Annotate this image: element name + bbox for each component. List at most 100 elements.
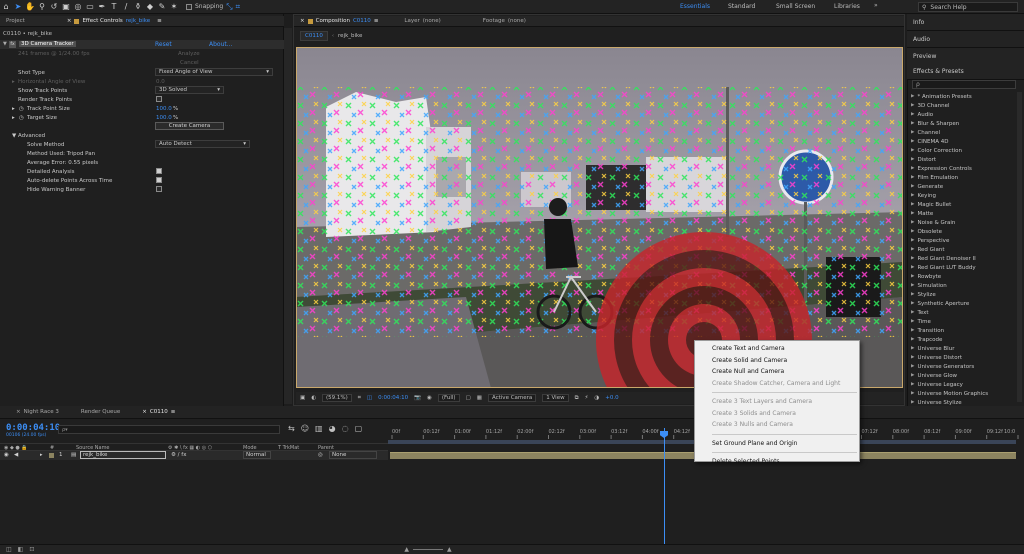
fx-badge-icon[interactable]: fx [9,41,16,48]
motion-blur-icon[interactable]: ◕ [329,424,336,433]
breadcrumb-comp[interactable]: C0110 [300,31,328,41]
cancel-button[interactable]: Cancel [180,60,199,66]
toggle-modes-icon[interactable]: ◧ [18,546,24,553]
effects-category-item[interactable]: ▶ 3D Channel [908,101,1018,110]
tab-composition[interactable]: × Composition C0110 ≡ [294,16,384,27]
effects-category-item[interactable]: ▶ Matte [908,209,1018,218]
about-link[interactable]: About... [209,41,232,48]
effects-category-item[interactable]: ▶ Blur & Sharpen [908,119,1018,128]
collapse-triangle-icon[interactable]: ▼ [12,133,16,139]
clone-stamp-tool-icon[interactable]: ⚱ [132,1,144,13]
fast-previews-icon[interactable]: ⚡ [585,395,589,401]
tab-layer[interactable]: Layer (none) [398,16,446,27]
camera-tool-icon[interactable]: ▣ [60,1,72,13]
expand-triangle-icon[interactable]: ▸ [12,115,15,121]
puppet-tool-icon[interactable]: ✶ [168,1,180,13]
current-time-display[interactable]: 0:00:04:10 [6,423,60,433]
analyze-button[interactable]: Analyze [178,51,200,57]
effects-category-item[interactable]: ▶ Red Giant Denoiser II [908,254,1018,263]
target-size-value[interactable]: 100.0 [156,115,172,121]
expand-triangle-icon[interactable]: ▸ [12,106,15,112]
hand-tool-icon[interactable]: ✋ [24,1,36,13]
panel-menu-icon[interactable]: ≡ [171,409,176,415]
timeline-search-input[interactable]: ρ▾ [58,425,280,434]
effects-category-item[interactable]: ▶ Simulation [908,281,1018,290]
context-menu-item[interactable]: Delete Selected Points [695,456,859,468]
effect-name[interactable]: 3D Camera Tracker [19,41,76,47]
close-icon[interactable]: × [142,409,147,415]
effects-category-item[interactable]: ▶ Transition [908,326,1018,335]
effects-scrollbar[interactable] [1017,92,1022,402]
transparency-grid-icon[interactable]: ▦ [477,395,482,401]
views-dropdown[interactable]: 1 View [542,394,569,402]
effects-category-item[interactable]: ▶ Distort [908,155,1018,164]
snapping-toggle[interactable]: Snapping ⤡ ⌗ [186,2,240,12]
comp-flowchart-icon[interactable]: ⇆ [288,424,295,433]
effects-category-item[interactable]: ▶ Audio [908,110,1018,119]
toggle-in-out-icon[interactable]: ⊡ [29,546,34,553]
effects-category-item[interactable]: ▶ Universe Blur [908,344,1018,353]
search-help-input[interactable]: ⚲ Search Help [918,2,1018,12]
workspace-standard[interactable]: Standard [728,2,776,11]
effects-category-item[interactable]: ▶ Magic Bullet [908,200,1018,209]
reset-link[interactable]: Reset [155,41,172,48]
video-eye-icon[interactable]: ◉ [4,452,9,458]
layer-row[interactable]: ◉ ◀ ▸ 1 ▤ rejk_bike ⚙ / fx Normal ◎ None [0,451,388,460]
context-menu-item[interactable]: Create Null and Camera [695,366,859,378]
effects-category-item[interactable]: ▶ Stylize [908,290,1018,299]
effects-category-item[interactable]: ▶ Universe Legacy [908,380,1018,389]
toggle-switches-icon[interactable]: ◫ [6,546,12,553]
effects-category-item[interactable]: ▶ Text [908,308,1018,317]
effects-category-item[interactable]: ▶ Time [908,317,1018,326]
frame-blending-icon[interactable]: ▥ [315,424,323,433]
resolution-dropdown[interactable]: (Full) [437,394,460,402]
tab-footage[interactable]: Footage (none) [477,16,532,27]
snapshot-icon[interactable]: 📷 [414,395,421,401]
stopwatch-icon[interactable]: ◷ [19,115,24,121]
home-icon[interactable]: ⌂ [0,1,12,13]
selection-tool-icon[interactable]: ➤ [12,1,24,13]
auto-delete-checkbox[interactable] [156,177,162,183]
effects-category-item[interactable]: ▶ Red Giant LUT Buddy [908,263,1018,272]
timecode-display[interactable]: 0:00:04:10 [378,395,408,401]
hide-warning-checkbox[interactable] [156,186,162,192]
roto-brush-tool-icon[interactable]: ✎ [156,1,168,13]
composition-viewer[interactable] [296,47,903,388]
exposure-value[interactable]: +0.0 [605,395,618,401]
reset-exposure-icon[interactable]: ◑ [594,395,599,401]
audio-speaker-icon[interactable]: ◀ [14,452,18,458]
expand-triangle-icon[interactable]: ▸ [40,452,43,458]
effects-category-item[interactable]: ▶ Perspective [908,236,1018,245]
context-menu-item[interactable]: Set Ground Plane and Origin [695,438,859,450]
effects-category-item[interactable]: ▶ Universe Generators [908,362,1018,371]
pan-behind-tool-icon[interactable]: ◎ [72,1,84,13]
pickwhip-icon[interactable]: ◎ [318,452,323,458]
safe-zones-icon[interactable]: ⌗ [358,395,361,402]
effects-category-item[interactable]: ▶ Expression Controls [908,164,1018,173]
create-camera-button[interactable]: Create Camera [155,122,224,130]
zoom-dropdown[interactable]: (59.1%) [322,394,352,402]
context-menu-item[interactable]: Create Solid and Camera [695,355,859,367]
region-of-interest-icon[interactable]: ▢ [466,395,471,401]
layer-mode-dropdown[interactable]: Normal [243,451,271,459]
effects-category-item[interactable]: ▶ Obsolete [908,227,1018,236]
track-point-size-value[interactable]: 100.0 [156,106,172,112]
effects-category-item[interactable]: ▶ Red Giant [908,245,1018,254]
show-channel-icon[interactable]: ◉ [427,395,432,401]
type-tool-icon[interactable]: T [108,1,120,13]
context-menu-item[interactable]: Create Text and Camera [695,343,859,355]
layer-switch-icon[interactable]: ⚙ / fx [171,452,186,458]
effects-category-item[interactable]: ▶ Trapcode [908,335,1018,344]
rotate-tool-icon[interactable]: ↺ [48,1,60,13]
workspace-essentials[interactable]: Essentials [680,2,728,11]
info-panel-header[interactable]: Info [907,14,1024,31]
effects-category-item[interactable]: ▶ Universe Distort [908,353,1018,362]
effects-category-item[interactable]: ▶ * Animation Presets [908,92,1018,101]
effects-category-item[interactable]: ▶ Channel [908,128,1018,137]
close-icon[interactable]: × [67,18,72,24]
toggle-pixel-aspect-icon[interactable]: ⧉ [575,395,579,402]
timeline-zoom-slider[interactable] [413,549,443,550]
pen-tool-icon[interactable]: ✒ [96,1,108,13]
effects-category-item[interactable]: ▶ Film Emulation [908,173,1018,182]
close-icon[interactable]: × [16,409,21,415]
